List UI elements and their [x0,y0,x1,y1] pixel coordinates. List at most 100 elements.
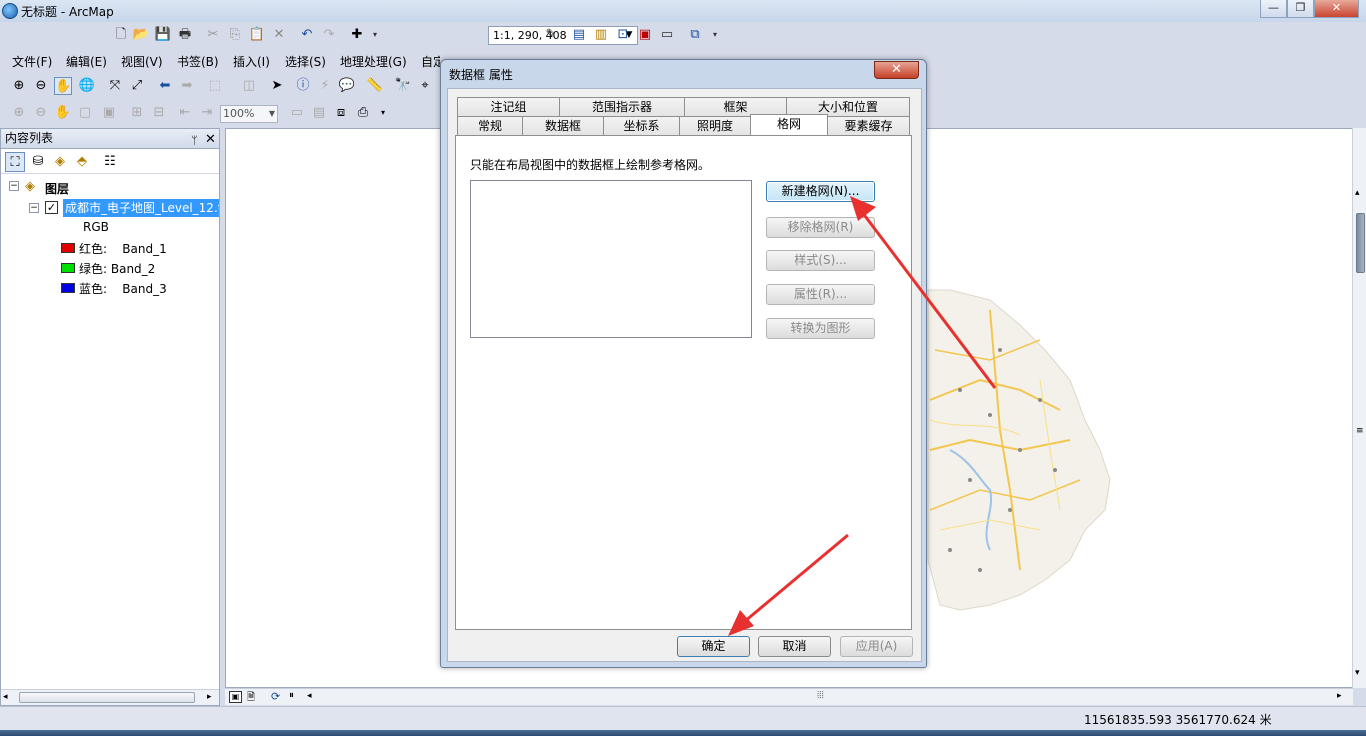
menu-geoprocessing[interactable]: 地理处理(G) [340,53,407,70]
tab-feature-cache[interactable]: 要素缓存 [827,116,910,135]
back-arrow-icon[interactable]: ⬅ [156,77,174,95]
menu-bookmarks[interactable]: 书签(B) [177,53,219,70]
layout-toolbar-options-icon[interactable]: ▾ [374,104,392,122]
layout-pan-icon[interactable]: ✋ [54,104,72,122]
scroll-thumb[interactable] [19,692,195,703]
clear-selection-icon[interactable]: ◫ [240,77,258,95]
grid-style-button[interactable]: 样式(S)... [766,250,875,271]
refresh-icon[interactable]: ⟳ [271,690,280,703]
scroll-down-icon[interactable]: ▾ [1355,668,1360,678]
menu-view[interactable]: 视图(V) [121,53,163,70]
pin-icon[interactable]: ᛘ [191,131,198,150]
python-window-icon[interactable]: ▭ [658,26,676,44]
catalog-icon[interactable]: ▥ [592,26,610,44]
scroll-right-icon[interactable]: ▸ [1337,691,1342,701]
close-window-button[interactable]: ✕ [1314,0,1359,18]
layer-group-label[interactable]: 图层 [45,180,69,197]
remove-grid-button[interactable]: 移除格网(R) [766,217,875,238]
select-features-icon[interactable]: ⬚ [206,77,224,95]
zoom-out-icon[interactable]: ⊖ [32,77,50,95]
menu-insert[interactable]: 插入(I) [233,53,270,70]
redo-icon[interactable]: ↷ [320,26,338,44]
zoom-100-icon[interactable]: ▣ [100,104,118,122]
layout-zoom-in-icon[interactable]: ⊕ [10,104,28,122]
ok-button[interactable]: 确定 [677,636,750,657]
change-layout-icon[interactable]: ⧈ [332,104,350,122]
model-builder-icon[interactable]: ⧉ [686,26,704,44]
tab-general[interactable]: 常规 [457,116,523,135]
add-data-dropdown-icon[interactable]: ▾ [366,26,384,44]
identify-info-icon[interactable]: ⓘ [294,77,312,95]
menu-edit[interactable]: 编辑(E) [66,53,107,70]
tab-grids[interactable]: 格网 [750,114,828,135]
cancel-button[interactable]: 取消 [758,636,831,657]
data-view-icon[interactable]: ▣ [229,691,242,703]
tab-data-frame[interactable]: 数据框 [522,116,604,135]
save-icon[interactable]: 💾 [154,26,172,44]
chevron-down-icon[interactable]: ▼ [269,106,275,122]
list-by-visibility-icon[interactable]: ◈ [50,152,70,172]
undo-icon[interactable]: ↶ [298,26,316,44]
collapse-icon[interactable]: − [9,181,19,191]
layout-view-icon[interactable]: 🗎 [247,690,255,707]
fixed-zoom-in-icon[interactable]: ⤧ [106,77,124,95]
tab-extent-indicators[interactable]: 范围指示器 [559,97,685,116]
paste-icon[interactable]: 📋 [248,26,266,44]
menu-selection[interactable]: 选择(S) [285,53,326,70]
list-by-source-icon[interactable]: ⛁ [28,152,48,172]
zoom-in-icon[interactable]: ⊕ [10,77,28,95]
grid-properties-button[interactable]: 属性(R)... [766,284,875,305]
minimize-button[interactable]: — [1260,0,1287,18]
tab-coordinate-system[interactable]: 坐标系 [603,116,680,135]
pause-drawing-icon[interactable]: ⏸ [289,690,294,701]
toggle-draft-mode-icon[interactable]: ▭ [288,104,306,122]
close-icon[interactable]: ✕ [205,130,216,149]
next-extent-layout-icon[interactable]: ⇥ [198,104,216,122]
add-data-icon[interactable]: ✚ [348,26,366,44]
fixed-zoom-out-icon[interactable]: ⤢ [128,77,146,95]
list-by-selection-icon[interactable]: ⬘ [72,152,92,172]
grid-list[interactable] [470,180,752,338]
layer-name-selected[interactable]: 成都市_电子地图_Level_12.ti [63,199,219,217]
go-to-xy-icon[interactable]: ⌖ [416,77,434,95]
pan-hand-icon[interactable]: ✋ [54,77,72,95]
open-folder-icon[interactable]: 📂 [132,26,150,44]
delete-icon[interactable]: ✕ [270,26,288,44]
dialog-close-button[interactable]: ✕ [874,61,919,79]
fixed-zoom-in-layout-icon[interactable]: ⊞ [128,104,146,122]
scroll-up-icon[interactable]: ▴ [1355,188,1360,198]
zoom-whole-page-icon[interactable]: ▢ [76,104,94,122]
search-window-icon[interactable]: ⊡ [614,26,632,44]
hyperlink-icon[interactable]: ⚡ [316,77,334,95]
find-binoculars-icon[interactable]: 🔭 [394,77,412,95]
list-by-drawing-order-icon[interactable]: ⛶ [5,152,25,172]
html-popup-icon[interactable]: 💬 [338,77,356,95]
toc-options-icon[interactable]: ☷ [100,152,120,172]
layer-visibility-checkbox[interactable]: ✓ [45,201,58,214]
scroll-left-icon[interactable]: ◂ [307,691,312,701]
maximize-button[interactable]: ❐ [1287,0,1314,18]
previous-extent-layout-icon[interactable]: ⇤ [176,104,194,122]
new-document-icon[interactable]: 🗋 [112,26,130,44]
menu-file[interactable]: 文件(F) [12,53,52,70]
tab-illumination[interactable]: 照明度 [679,116,751,135]
fixed-zoom-out-layout-icon[interactable]: ⊟ [150,104,168,122]
table-of-contents-icon[interactable]: ▤ [570,26,588,44]
toolbar-options-icon[interactable]: ▾ [706,26,724,44]
data-driven-pages-icon[interactable]: ⎙ [354,104,372,122]
scroll-thumb[interactable] [1356,213,1365,273]
measure-icon[interactable]: 📏 [366,77,384,95]
map-vertical-scrollbar[interactable]: ▴ ≡ ▾ [1352,128,1366,688]
menu-customize[interactable]: 自定义(C) [421,53,440,70]
arctoolbox-icon[interactable]: ▣ [636,26,654,44]
layout-zoom-combobox[interactable]: 100% ▼ [220,105,278,123]
tab-annotation-groups[interactable]: 注记组 [457,97,560,116]
cut-icon[interactable]: ✂ [204,26,222,44]
forward-arrow-icon[interactable]: ➡ [178,77,196,95]
apply-button[interactable]: 应用(A) [840,636,913,657]
scroll-left-icon[interactable]: ◂ [3,692,8,702]
toc-horizontal-scrollbar[interactable]: ◂ ▸ [1,689,219,705]
select-elements-pointer-icon[interactable]: ➤ [268,77,286,95]
collapse-icon[interactable]: − [29,203,39,213]
print-icon[interactable]: 🖶 [176,26,194,44]
